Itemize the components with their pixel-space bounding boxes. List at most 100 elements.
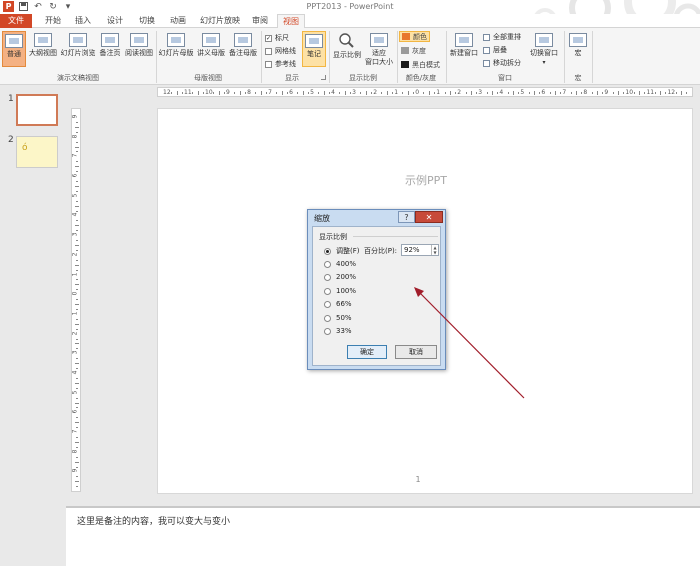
ruler-number: 12	[163, 89, 171, 96]
ruler-checkbox[interactable]: ✓ 标尺	[265, 33, 289, 43]
fit-to-window-button[interactable]: 适应 窗口大小	[364, 33, 394, 67]
ribbon-view: 普通 大纲视图 幻灯片浏览 备注页 阅读视图 演示文稿视图 幻灯片母版 讲义母版…	[0, 28, 700, 85]
color-mode-button[interactable]: 颜色	[399, 31, 430, 42]
zoom-option-33[interactable]: 33%	[324, 327, 352, 335]
move-split-button[interactable]: 移动拆分	[483, 58, 521, 68]
tab-slideshow[interactable]: 幻灯片放映	[197, 14, 243, 28]
zoom-option-fit[interactable]: 调整(F)	[324, 246, 360, 256]
cascade-button[interactable]: 层叠	[483, 45, 507, 55]
ruler-tick	[75, 126, 79, 128]
ruler-number: 8	[71, 134, 79, 139]
cascade-icon	[483, 46, 490, 54]
ruler-tick	[365, 91, 367, 95]
zoom-option-200[interactable]: 200%	[324, 273, 356, 281]
guides-checkbox[interactable]: 参考线	[265, 59, 296, 69]
normal-view-button[interactable]: 普通	[2, 31, 26, 67]
ruler-tick	[75, 382, 79, 384]
ruler-tick	[218, 91, 220, 95]
tab-home[interactable]: 开始	[38, 14, 68, 28]
cancel-button[interactable]: 取消	[395, 345, 437, 359]
master-views-group-label: 母版视图	[194, 74, 222, 82]
slide-thumbnail-1[interactable]	[16, 94, 58, 126]
ruler-tick	[486, 92, 488, 94]
ruler-number: 3	[71, 350, 79, 355]
percent-input[interactable]: 92% ▲ ▼	[401, 244, 439, 256]
ruler-tick	[213, 92, 215, 94]
ruler-number: 5	[71, 193, 79, 198]
show-dialog-launcher-icon[interactable]	[321, 75, 326, 80]
macros-button[interactable]: 宏	[566, 33, 590, 58]
zoom-option-66[interactable]: 66%	[324, 300, 352, 308]
outline-view-button[interactable]: 大纲视图	[27, 33, 59, 58]
slide-thumbnail-2[interactable]: ó	[16, 136, 58, 168]
tab-file[interactable]: 文件	[0, 14, 32, 28]
ruler-tick	[76, 368, 78, 370]
tab-review[interactable]: 审阅	[246, 14, 274, 28]
ruler-number: 5	[520, 89, 525, 96]
new-window-button[interactable]: 新建窗口	[448, 33, 480, 58]
ruler-tick	[75, 343, 79, 345]
gridlines-checkbox[interactable]: 网格线	[265, 46, 296, 56]
radio-empty-icon	[324, 314, 331, 322]
slide-title-text[interactable]: 示例PPT	[158, 172, 694, 188]
grayscale-mode-button[interactable]: 灰度	[399, 45, 428, 56]
ruler-number: 9	[604, 89, 609, 96]
ruler-number: 8	[247, 89, 251, 96]
ruler-tick	[402, 92, 404, 94]
notes-pane[interactable]: 这里是备注的内容，我可以变大与变小	[66, 506, 700, 566]
ok-button[interactable]: 确定	[347, 345, 387, 359]
notes-master-icon	[234, 33, 252, 47]
ruler-number: 11	[646, 89, 655, 96]
ruler-tick	[507, 92, 509, 94]
notes-button[interactable]: 笔记	[302, 31, 326, 67]
help-icon[interactable]: ?	[398, 211, 415, 223]
zoom-option-50[interactable]: 50%	[324, 314, 352, 322]
cascade-label: 层叠	[493, 46, 507, 54]
vertical-ruler[interactable]: 9 8 7 6 5 4 3 2 1 0 1 2 3 4 5 6 7 8 9	[71, 108, 81, 492]
spinner-arrows-icon[interactable]: ▲ ▼	[431, 245, 438, 255]
ruler-tick	[533, 91, 535, 95]
ruler-tick	[76, 249, 78, 251]
notes-page-label: 备注页	[99, 49, 121, 57]
notes-master-button[interactable]: 备注母版	[228, 33, 258, 58]
ruler-tick	[176, 91, 178, 95]
tab-insert[interactable]: 插入	[68, 14, 98, 28]
ruler-tick	[76, 476, 78, 478]
notes-page-button[interactable]: 备注页	[97, 33, 123, 58]
radio-empty-icon	[324, 300, 331, 308]
handout-master-button[interactable]: 讲义母版	[195, 33, 227, 58]
ruler-tick	[455, 92, 457, 94]
notes-text[interactable]: 这里是备注的内容，我可以变大与变小	[77, 514, 230, 527]
zoom-option-100[interactable]: 100%	[324, 287, 356, 295]
ruler-tick	[76, 377, 78, 379]
ruler-tick	[281, 91, 283, 95]
tab-view[interactable]: 视图	[277, 14, 305, 29]
tab-transitions[interactable]: 切换	[132, 14, 162, 28]
ruler-tick	[76, 230, 78, 232]
switch-windows-button[interactable]: 切换窗口 ▾	[527, 33, 561, 67]
zoom-dialog: 缩放 ? ✕ 显示比例 调整(F) 400% 200% 100% 66% 50%	[307, 209, 446, 370]
checkbox-empty-icon	[265, 47, 272, 55]
thumbnail-number: 2	[8, 135, 14, 145]
zoom-option-400[interactable]: 400%	[324, 260, 356, 268]
slide-sorter-label: 幻灯片浏览	[60, 49, 96, 57]
arrange-all-button[interactable]: 全部重排	[483, 32, 521, 42]
ruler-number: 2	[457, 89, 462, 96]
close-icon[interactable]: ✕	[415, 211, 443, 223]
slide-sorter-button[interactable]: 幻灯片浏览	[60, 33, 96, 58]
ruler-number: 2	[373, 89, 378, 96]
radio-empty-icon	[324, 327, 331, 335]
ruler-tick	[75, 304, 79, 306]
ruler-tick	[512, 91, 514, 95]
black-white-mode-button[interactable]: 黑白模式	[399, 59, 442, 70]
horizontal-ruler[interactable]: 12 11 10 9 8 7 6 5 4 3 2 1 0 1 2 3 4 5 6 7 8 9 10 11 12	[157, 87, 693, 97]
title-bar: P ↶ ↻ ▾ PPT2013 - PowerPoint	[0, 0, 700, 33]
zoom-button[interactable]: 显示比例	[331, 33, 363, 60]
ruler-tick	[75, 245, 79, 246]
tab-design[interactable]: 设计	[100, 14, 130, 28]
reading-view-button[interactable]: 阅读视图	[124, 33, 154, 58]
ruler-number: 7	[562, 89, 567, 96]
tab-animations[interactable]: 动画	[163, 14, 193, 28]
slide-master-button[interactable]: 幻灯片母版	[158, 33, 194, 58]
notes-page-icon	[101, 33, 119, 47]
